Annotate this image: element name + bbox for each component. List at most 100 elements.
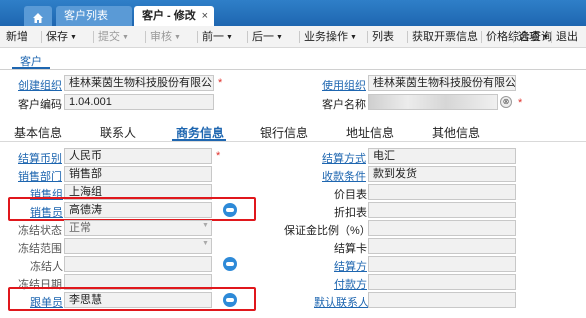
deposit-ratio-field[interactable]: [368, 220, 516, 236]
caret-down-icon: ▼: [350, 34, 357, 41]
highlight-box: [8, 197, 256, 221]
window-tab-bar: 客户列表 客户 - 修改 ×: [0, 0, 586, 26]
subtab-0[interactable]: 基本信息: [14, 124, 62, 141]
deposit-ratio-label: 保证金比例（%）: [284, 225, 371, 237]
toolbar-item-label: 退出: [556, 31, 578, 43]
sales-dept-field[interactable]: 销售部: [64, 166, 212, 182]
customer-name-label: 客户名称: [322, 99, 366, 111]
toolbar-item-10[interactable]: 选项 ▼: [518, 26, 549, 48]
collect-cond-field[interactable]: 款到发货: [368, 166, 516, 182]
use-org-field[interactable]: 桂林莱茵生物科技股份有限公司: [368, 75, 516, 91]
freeze-scope-select[interactable]: [64, 238, 212, 254]
collect-cond-label[interactable]: 收款条件: [322, 168, 366, 184]
toolbar-item-label: 审核: [150, 31, 172, 43]
toolbar-item-3[interactable]: 审核 ▼: [150, 26, 181, 48]
toolbar-item-5[interactable]: 后一 ▼: [252, 26, 283, 48]
currency-field[interactable]: 人民币: [64, 148, 212, 164]
subtab-3[interactable]: 银行信息: [260, 124, 308, 141]
toolbar-separator: [299, 31, 300, 43]
toolbar-separator: [41, 31, 42, 43]
toolbar-separator: [93, 31, 94, 43]
chevron-down-icon: ▼: [202, 222, 209, 229]
settle-method-field[interactable]: 电汇: [368, 148, 516, 164]
customer-code-label: 客户编码: [18, 99, 62, 111]
settle-party-label[interactable]: 结算方: [334, 258, 367, 274]
toolbar-item-label: 保存: [46, 31, 68, 43]
toolbar-item-4[interactable]: 前一 ▼: [202, 26, 233, 48]
subtab-4[interactable]: 地址信息: [346, 124, 394, 141]
tab-customer-edit[interactable]: 客户 - 修改 ×: [134, 6, 214, 26]
settle-card-label: 结算卡: [334, 243, 367, 255]
freeze-scope-label: 冻结范围: [18, 243, 62, 255]
required-mark: *: [216, 150, 221, 162]
subtab-1[interactable]: 联系人: [100, 124, 136, 141]
toolbar-item-11[interactable]: 退出: [556, 26, 578, 48]
subtab-5[interactable]: 其他信息: [432, 124, 480, 141]
create-org-label[interactable]: 创建组织: [18, 77, 62, 93]
freezer-field[interactable]: [64, 256, 212, 272]
toolbar-separator: [367, 31, 368, 43]
translate-icon[interactable]: ⊗: [500, 96, 512, 108]
toolbar-item-7[interactable]: 列表: [372, 26, 394, 48]
payer-field[interactable]: [368, 274, 516, 290]
tab-label: 客户列表: [64, 10, 108, 22]
discount-list-field[interactable]: [368, 202, 516, 218]
divider: [0, 69, 586, 70]
currency-label[interactable]: 结算币别: [18, 150, 62, 166]
price-list-label: 价目表: [334, 189, 367, 201]
home-tab[interactable]: [24, 6, 52, 26]
highlight-box: [8, 287, 256, 311]
toolbar-item-label: 前一: [202, 31, 224, 43]
cloud-icon[interactable]: [223, 257, 237, 271]
sales-dept-label[interactable]: 销售部门: [18, 168, 62, 184]
default-contact-label[interactable]: 默认联系人: [314, 294, 369, 310]
toolbar-separator: [197, 31, 198, 43]
toolbar: 新增 保存 ▼ 提交 ▼ 审核 ▼ 前一 ▼ 后一 ▼ 业务操作 ▼ 列表 获取开票信息 价格综合查询 选项 ▼ 退…: [0, 26, 586, 48]
caret-down-icon: ▼: [542, 34, 549, 41]
caret-down-icon: ▼: [174, 34, 181, 41]
freezer-label: 冻结人: [30, 261, 63, 273]
required-mark: *: [218, 77, 223, 89]
tab-label: 客户 - 修改: [142, 10, 196, 22]
toolbar-item-8[interactable]: 获取开票信息: [412, 26, 478, 48]
toolbar-item-label: 列表: [372, 31, 394, 43]
toolbar-item-0[interactable]: 新增: [6, 26, 28, 48]
required-mark: *: [518, 97, 523, 109]
caret-down-icon: ▼: [122, 34, 129, 41]
toolbar-separator: [481, 31, 482, 43]
toolbar-separator: [145, 31, 146, 43]
freeze-status-select[interactable]: 正常: [64, 220, 212, 236]
toolbar-item-label: 业务操作: [304, 31, 348, 43]
payer-label[interactable]: 付款方: [334, 276, 367, 292]
toolbar-item-label: 获取开票信息: [412, 31, 478, 43]
toolbar-separator: [247, 31, 248, 43]
chevron-down-icon: ▼: [202, 240, 209, 247]
home-icon: [33, 13, 43, 23]
toolbar-separator: [551, 31, 552, 43]
price-list-field[interactable]: [368, 184, 516, 200]
divider: [0, 141, 586, 142]
caret-down-icon: ▼: [70, 34, 77, 41]
customer-name-field[interactable]: [368, 94, 498, 110]
default-contact-field[interactable]: [368, 292, 516, 308]
customer-code-field[interactable]: 1.04.001: [64, 94, 214, 110]
toolbar-item-label: 选项: [518, 31, 540, 43]
toolbar-item-1[interactable]: 保存 ▼: [46, 26, 77, 48]
toolbar-separator: [407, 31, 408, 43]
create-org-field[interactable]: 桂林莱茵生物科技股份有限公司: [64, 75, 214, 91]
toolbar-item-6[interactable]: 业务操作 ▼: [304, 26, 357, 48]
close-icon[interactable]: ×: [202, 6, 208, 26]
discount-list-label: 折扣表: [334, 207, 367, 219]
use-org-label[interactable]: 使用组织: [322, 77, 366, 93]
settle-card-field[interactable]: [368, 238, 516, 254]
caret-down-icon: ▼: [276, 34, 283, 41]
tab-customer-list[interactable]: 客户列表: [56, 6, 132, 26]
settle-method-label[interactable]: 结算方式: [322, 150, 366, 166]
settle-party-field[interactable]: [368, 256, 516, 272]
toolbar-item-2[interactable]: 提交 ▼: [98, 26, 129, 48]
toolbar-item-label: 后一: [252, 31, 274, 43]
freeze-status-label: 冻结状态: [18, 225, 62, 237]
caret-down-icon: ▼: [226, 34, 233, 41]
toolbar-item-label: 新增: [6, 31, 28, 43]
toolbar-item-label: 提交: [98, 31, 120, 43]
